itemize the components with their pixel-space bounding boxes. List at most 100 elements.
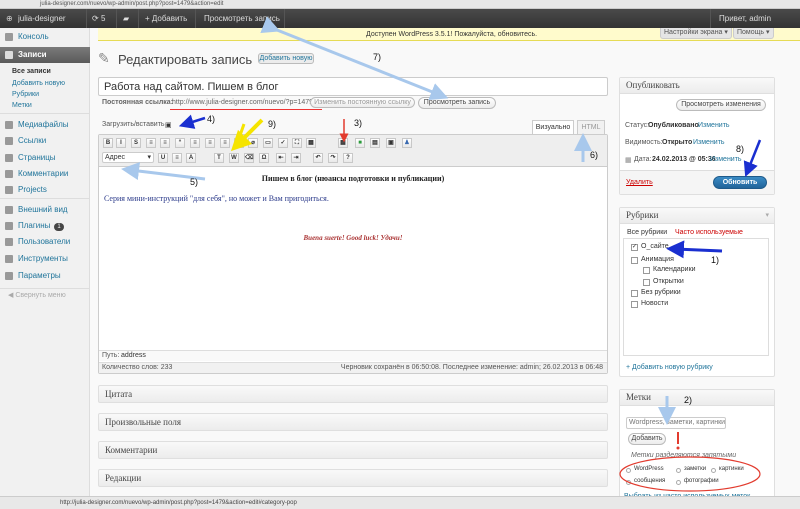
- fullscreen-icon[interactable]: ⛶: [292, 138, 302, 148]
- browser-url-bar[interactable]: julia-designer.com/nuevo/wp-admin/post.p…: [0, 0, 800, 9]
- format-select[interactable]: Адрес ▾: [102, 152, 154, 163]
- sidebar-item-11[interactable]: Инструменты: [0, 251, 90, 267]
- visibility-label: Видимость:: [625, 139, 663, 146]
- tags-input[interactable]: Wordpress, заметки, картинки: [626, 417, 726, 429]
- status-edit-link[interactable]: Изменить: [698, 122, 730, 129]
- collapse-menu[interactable]: ◀ Свернуть меню: [8, 291, 66, 299]
- unlink-icon[interactable]: ⌀: [248, 138, 258, 148]
- tab-visual[interactable]: Визуально: [532, 120, 574, 134]
- layout-icon[interactable]: ▤: [370, 138, 380, 148]
- help-button[interactable]: Помощь ▾: [733, 28, 774, 39]
- add-tag-button[interactable]: Добавить: [628, 433, 666, 445]
- permalink-underline: [170, 109, 322, 110]
- bold-icon[interactable]: B: [103, 138, 113, 148]
- more-tag-icon[interactable]: ▭: [263, 138, 273, 148]
- sidebar-item-7[interactable]: Projects: [0, 182, 90, 198]
- text-color-icon[interactable]: A: [186, 153, 196, 163]
- tab-popular-categories[interactable]: Часто используемые: [675, 229, 743, 236]
- special-char-icon[interactable]: Ω: [259, 153, 269, 163]
- sidebar-subitem-2[interactable]: Добавить новую: [12, 80, 65, 87]
- add-new-category-link[interactable]: + Добавить новую рубрику: [626, 364, 713, 371]
- person-icon[interactable]: ♟: [402, 138, 412, 148]
- annotation-2: 2): [684, 395, 693, 405]
- italic-icon[interactable]: I: [116, 138, 126, 148]
- publish-box-title[interactable]: Опубликовать: [620, 78, 774, 94]
- image-icon[interactable]: ▣: [386, 138, 396, 148]
- sidebar-item-9[interactable]: Плагины 1: [0, 218, 90, 234]
- align-right-icon[interactable]: ≡: [220, 138, 230, 148]
- redo-icon[interactable]: ↷: [328, 153, 338, 163]
- change-permalink-button[interactable]: Изменить постоянную ссылку: [310, 97, 415, 108]
- date-edit-link[interactable]: Изменить: [710, 156, 742, 163]
- link-icon[interactable]: ∞: [234, 138, 244, 148]
- admin-bar-site-name[interactable]: julia-designer: [18, 9, 78, 28]
- excerpt-metabox[interactable]: Цитата: [98, 385, 608, 403]
- remove-format-icon[interactable]: ⌫: [244, 153, 254, 163]
- categories-box-title[interactable]: Рубрики: [620, 208, 774, 224]
- justify-icon[interactable]: ≡: [172, 153, 182, 163]
- preview-changes-button[interactable]: Просмотреть изменения: [676, 99, 766, 111]
- delete-link[interactable]: Удалить: [626, 179, 653, 186]
- ordered-list-icon[interactable]: ≡: [160, 138, 170, 148]
- category-checkbox[interactable]: [631, 257, 638, 264]
- align-left-icon[interactable]: ≡: [190, 138, 200, 148]
- sidebar-item-1[interactable]: Консоль: [0, 29, 90, 45]
- post-title-input[interactable]: Работа над сайтом. Пишем в блог: [98, 77, 608, 96]
- paste-text-icon[interactable]: T: [214, 153, 224, 163]
- strikethrough-icon[interactable]: S: [131, 138, 141, 148]
- sidebar-item-4[interactable]: Ссылки: [0, 133, 90, 149]
- sidebar-item-5[interactable]: Страницы: [0, 150, 90, 166]
- category-checkbox[interactable]: [643, 279, 650, 286]
- table-icon[interactable]: ▦: [338, 138, 348, 148]
- admin-bar-add-new[interactable]: + Добавить: [138, 9, 187, 28]
- tags-box-title[interactable]: Метки: [620, 390, 774, 406]
- kitchen-sink-icon[interactable]: ▦: [306, 138, 316, 148]
- update-button[interactable]: Обновить: [713, 176, 767, 189]
- comments-icon[interactable]: ▰: [116, 9, 129, 28]
- wordpress-logo-icon[interactable]: ⊕: [6, 9, 13, 28]
- help-icon[interactable]: ?: [343, 153, 353, 163]
- sidebar-item-8[interactable]: Внешний вид: [0, 202, 90, 218]
- chevron-down-icon[interactable]: ▾: [765, 211, 769, 219]
- indent-icon[interactable]: ⇥: [291, 153, 301, 163]
- sidebar-subitem-1[interactable]: Все записи: [12, 68, 51, 75]
- sidebar-item-10[interactable]: Пользователи: [0, 234, 90, 250]
- admin-bar-view-post[interactable]: Просмотреть запись: [195, 9, 285, 28]
- annotation-7: 7): [373, 52, 382, 62]
- sidebar-subitem-4[interactable]: Метки: [12, 102, 32, 109]
- spellcheck-icon[interactable]: ✓: [278, 138, 288, 148]
- category-checkbox[interactable]: ✓: [631, 244, 638, 251]
- undo-icon[interactable]: ↶: [313, 153, 323, 163]
- sidebar-subitem-3[interactable]: Рубрики: [12, 91, 39, 98]
- tab-html[interactable]: HTML: [577, 120, 605, 134]
- editor-body-text: Серия мини-инструкций "для себя", но мож…: [104, 194, 329, 203]
- category-checkbox[interactable]: [631, 290, 638, 297]
- sidebar-item-6[interactable]: Комментарии: [0, 166, 90, 182]
- outdent-icon[interactable]: ⇤: [276, 153, 286, 163]
- color-icon[interactable]: ■: [355, 138, 365, 148]
- category-checkbox[interactable]: [631, 301, 638, 308]
- category-checkbox[interactable]: [643, 267, 650, 274]
- custom-fields-metabox[interactable]: Произвольные поля: [98, 413, 608, 431]
- underline-icon[interactable]: U: [158, 153, 168, 163]
- revisions-metabox[interactable]: Редакции: [98, 469, 608, 487]
- tab-all-categories[interactable]: Все рубрики: [627, 229, 667, 236]
- tag-example-3: картинки: [719, 466, 744, 472]
- screen-options-button[interactable]: Настройки экрана ▾: [660, 28, 732, 39]
- blockquote-icon[interactable]: “: [175, 138, 185, 148]
- updates-counter[interactable]: ⟳ 5: [86, 9, 105, 28]
- admin-bar-greeting[interactable]: Привет, admin: [710, 9, 771, 28]
- sidebar-item-2[interactable]: Записи: [0, 47, 90, 63]
- add-new-post-button[interactable]: Добавить новую: [258, 53, 314, 64]
- update-notice-text[interactable]: Доступен WordPress 3.5.1! Пожалуйста, об…: [366, 28, 537, 41]
- visibility-edit-link[interactable]: Изменить: [693, 139, 725, 146]
- comments-metabox[interactable]: Комментарии: [98, 441, 608, 459]
- permalink-url[interactable]: http://www.julia-designer.com/nuevo/?p=1…: [172, 99, 313, 106]
- paste-word-icon[interactable]: W: [229, 153, 239, 163]
- unordered-list-icon[interactable]: ≡: [146, 138, 156, 148]
- align-center-icon[interactable]: ≡: [205, 138, 215, 148]
- sidebar-item-12[interactable]: Параметры: [0, 268, 90, 284]
- view-post-button[interactable]: Просмотреть запись: [418, 97, 496, 109]
- sidebar-item-3[interactable]: Медиафайлы: [0, 117, 90, 133]
- media-icon[interactable]: ▣: [165, 121, 172, 129]
